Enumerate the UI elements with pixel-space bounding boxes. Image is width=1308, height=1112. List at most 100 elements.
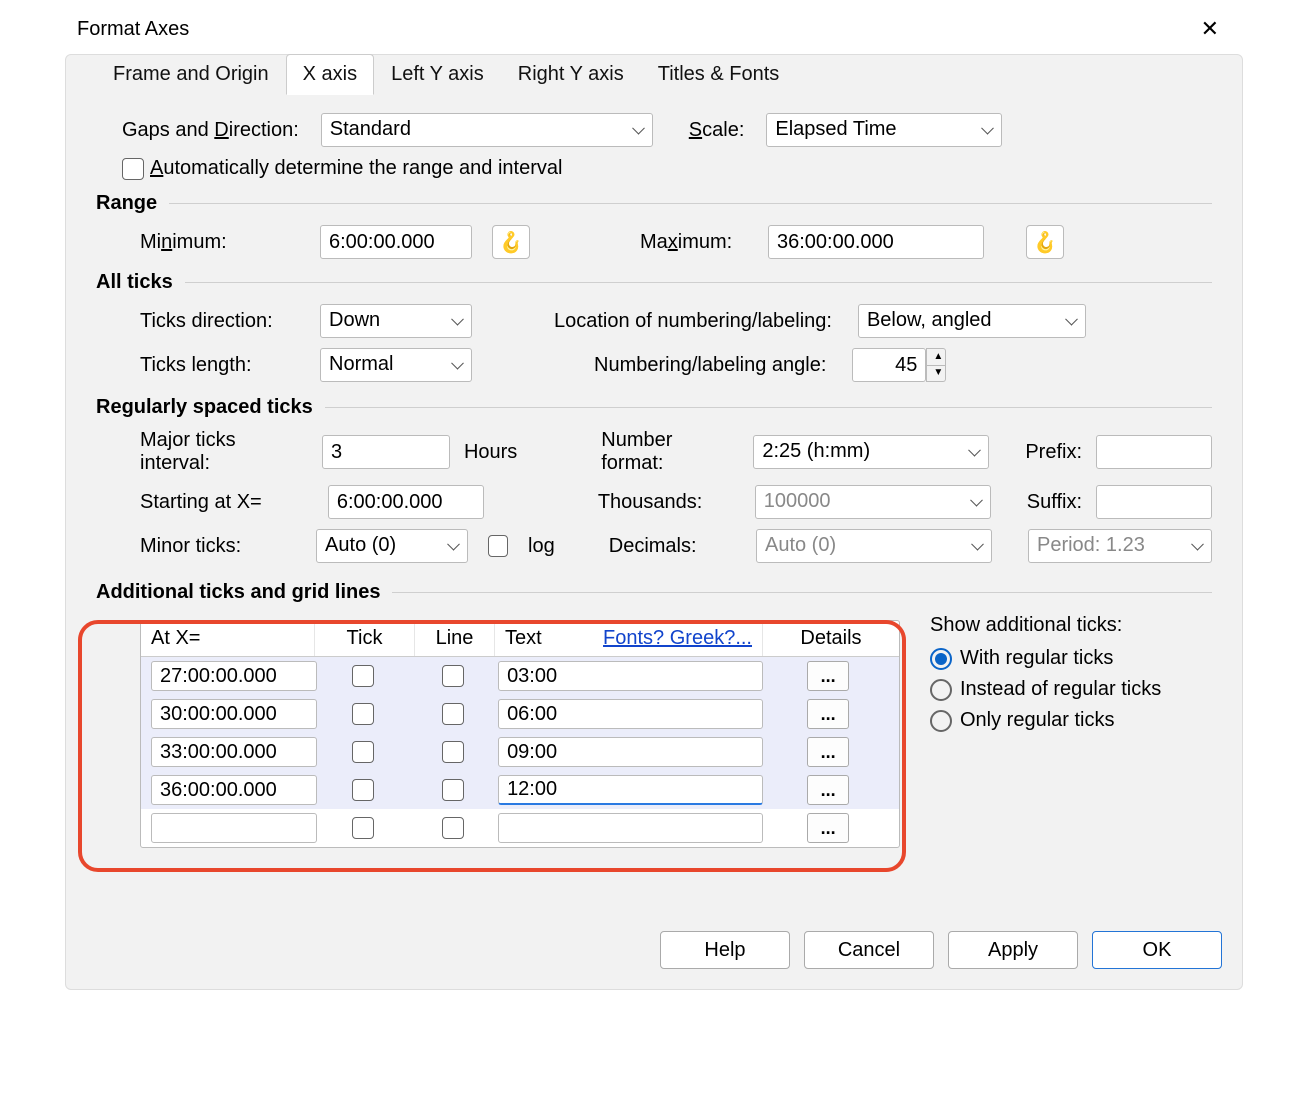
scale-label: Scale:: [689, 119, 745, 142]
col-tick: Tick: [315, 621, 415, 656]
auto-range-checkbox[interactable]: [122, 158, 144, 180]
fonts-greek-link[interactable]: Fonts? Greek?...: [603, 627, 752, 650]
angle-spin-up[interactable]: ▲: [926, 348, 946, 366]
at-x-input[interactable]: [151, 737, 317, 767]
hook-icon: 🪝: [499, 230, 524, 255]
maximum-label: Maximum:: [640, 231, 748, 254]
at-x-input[interactable]: [151, 813, 317, 843]
suffix-label: Suffix:: [1027, 491, 1082, 514]
thousands-select[interactable]: 100000: [755, 485, 991, 519]
tick-checkbox[interactable]: [352, 665, 374, 687]
angle-input[interactable]: [852, 348, 926, 382]
additional-ticks-heading: Additional ticks and grid lines: [96, 581, 380, 604]
maximum-hook-button[interactable]: 🪝: [1026, 225, 1064, 259]
minor-ticks-label: Minor ticks:: [140, 535, 302, 558]
tick-checkbox[interactable]: [352, 703, 374, 725]
radio-only-regular[interactable]: [930, 710, 952, 732]
radio-with-regular[interactable]: [930, 648, 952, 670]
period-select[interactable]: Period: 1.23: [1028, 529, 1212, 563]
tabs: Frame and Origin X axis Left Y axis Righ…: [96, 54, 1212, 95]
dialog-title: Format Axes: [77, 18, 189, 41]
details-button[interactable]: ...: [807, 737, 849, 767]
major-unit-label: Hours: [464, 441, 529, 464]
line-checkbox[interactable]: [442, 741, 464, 763]
line-checkbox[interactable]: [442, 665, 464, 687]
starting-x-input[interactable]: [328, 485, 484, 519]
gaps-label: Gaps and Direction:: [122, 119, 299, 142]
radio-only-regular-label: Only regular ticks: [960, 709, 1115, 732]
tick-checkbox[interactable]: [352, 817, 374, 839]
details-button[interactable]: ...: [807, 699, 849, 729]
table-row: ...: [141, 733, 899, 771]
additional-ticks-table: At X= Tick Line Text Fonts? Greek?... De…: [140, 620, 900, 848]
details-button[interactable]: ...: [807, 661, 849, 691]
text-input[interactable]: [498, 661, 763, 691]
at-x-input[interactable]: [151, 661, 317, 691]
details-button[interactable]: ...: [807, 813, 849, 843]
suffix-input[interactable]: [1096, 485, 1212, 519]
line-checkbox[interactable]: [442, 703, 464, 725]
col-text: Text Fonts? Greek?...: [495, 621, 763, 656]
number-format-label: Number format:: [601, 429, 739, 475]
ticks-length-label: Ticks length:: [140, 354, 300, 377]
minimum-input[interactable]: [320, 225, 472, 259]
tick-checkbox[interactable]: [352, 779, 374, 801]
gaps-select[interactable]: Standard: [321, 113, 653, 147]
line-checkbox[interactable]: [442, 779, 464, 801]
hook-icon: 🪝: [1033, 230, 1058, 255]
col-line: Line: [415, 621, 495, 656]
ticks-length-select[interactable]: Normal: [320, 348, 472, 382]
show-additional-label: Show additional ticks:: [930, 614, 1212, 637]
location-numbering-select[interactable]: Below, angled: [858, 304, 1086, 338]
number-format-select[interactable]: 2:25 (h:mm): [753, 435, 989, 469]
tab-frame-origin[interactable]: Frame and Origin: [96, 54, 286, 95]
scale-select[interactable]: Elapsed Time: [766, 113, 1002, 147]
decimals-select[interactable]: Auto (0): [756, 529, 992, 563]
line-checkbox[interactable]: [442, 817, 464, 839]
title-bar: Format Axes ✕: [59, 0, 1249, 54]
angle-spin-down[interactable]: ▼: [926, 366, 946, 383]
tab-x-axis[interactable]: X axis: [286, 54, 374, 95]
apply-button[interactable]: Apply: [948, 931, 1078, 969]
ticks-direction-label: Ticks direction:: [140, 310, 300, 333]
range-heading: Range: [96, 192, 157, 215]
text-input[interactable]: [498, 737, 763, 767]
text-input[interactable]: [498, 699, 763, 729]
text-input[interactable]: [498, 813, 763, 843]
col-details: Details: [763, 621, 899, 656]
log-checkbox[interactable]: [488, 535, 508, 557]
minimum-label: Minimum:: [140, 231, 300, 254]
prefix-input[interactable]: [1096, 435, 1212, 469]
thousands-label: Thousands:: [598, 491, 741, 514]
major-interval-input[interactable]: [322, 435, 450, 469]
close-icon[interactable]: ✕: [1193, 14, 1227, 44]
table-row: ...: [141, 657, 899, 695]
tab-right-y[interactable]: Right Y axis: [501, 54, 641, 95]
minor-ticks-select[interactable]: Auto (0): [316, 529, 468, 563]
cancel-button[interactable]: Cancel: [804, 931, 934, 969]
log-label: log: [528, 535, 555, 558]
ok-button[interactable]: OK: [1092, 931, 1222, 969]
numbering-angle-label: Numbering/labeling angle:: [594, 354, 826, 377]
tab-titles-fonts[interactable]: Titles & Fonts: [641, 54, 797, 95]
radio-with-regular-label: With regular ticks: [960, 647, 1113, 670]
minimum-hook-button[interactable]: 🪝: [492, 225, 530, 259]
tab-left-y[interactable]: Left Y axis: [374, 54, 501, 95]
prefix-label: Prefix:: [1025, 441, 1082, 464]
help-button[interactable]: Help: [660, 931, 790, 969]
location-numbering-label: Location of numbering/labeling:: [554, 310, 832, 333]
table-row: ...: [141, 695, 899, 733]
details-button[interactable]: ...: [807, 775, 849, 805]
table-row: ...: [141, 809, 899, 847]
table-row: ...: [141, 771, 899, 809]
at-x-input[interactable]: [151, 699, 317, 729]
at-x-input[interactable]: [151, 775, 317, 805]
maximum-input[interactable]: [768, 225, 984, 259]
major-interval-label: Major ticks interval:: [140, 429, 308, 475]
radio-instead-regular-label: Instead of regular ticks: [960, 678, 1161, 701]
ticks-direction-select[interactable]: Down: [320, 304, 472, 338]
regular-ticks-heading: Regularly spaced ticks: [96, 396, 313, 419]
tick-checkbox[interactable]: [352, 741, 374, 763]
text-input[interactable]: [498, 775, 763, 805]
radio-instead-regular[interactable]: [930, 679, 952, 701]
